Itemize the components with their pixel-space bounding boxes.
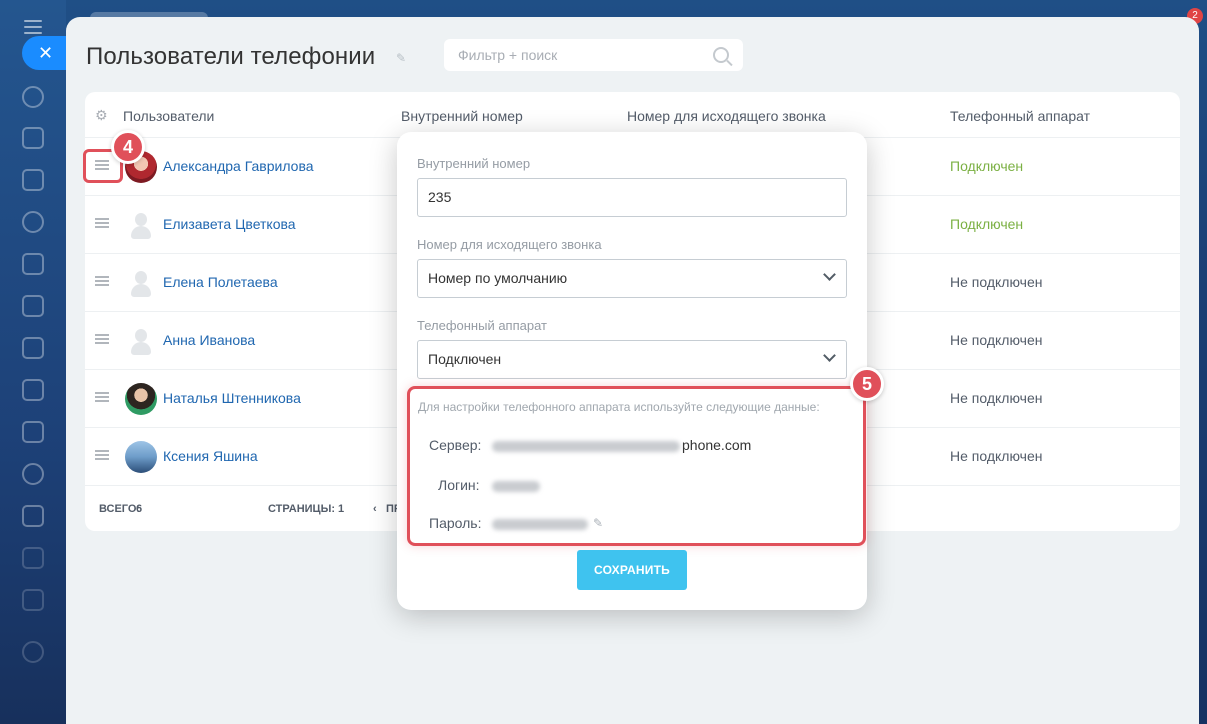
avatar bbox=[125, 267, 157, 299]
storage-icon[interactable] bbox=[22, 589, 44, 611]
server-value-visible: phone.com bbox=[682, 437, 752, 453]
device-status: Подключен bbox=[950, 158, 1024, 174]
row-menu-icon[interactable] bbox=[95, 334, 109, 344]
avatar bbox=[125, 209, 157, 241]
outgoing-number-value: Номер по умолчанию bbox=[428, 270, 568, 286]
prev-page-icon[interactable]: ‹ bbox=[373, 503, 377, 515]
total-label: ВСЕГО: bbox=[99, 503, 141, 515]
user-name-link[interactable]: Ксения Яшина bbox=[163, 448, 258, 464]
chevron-down-icon bbox=[823, 349, 836, 362]
device-status: Подключен bbox=[950, 216, 1024, 232]
gear-icon[interactable]: ⚙ bbox=[95, 108, 109, 122]
blurred-login bbox=[492, 480, 540, 492]
connection-hint: Для настройки телефонного аппарата испол… bbox=[418, 400, 820, 414]
user-name-link[interactable]: Анна Иванова bbox=[163, 332, 255, 348]
avatar bbox=[125, 325, 157, 357]
document-icon[interactable] bbox=[22, 295, 44, 317]
calendar-icon[interactable] bbox=[22, 253, 44, 275]
device-status: Не подключен bbox=[950, 332, 1043, 348]
search-input[interactable] bbox=[458, 47, 698, 63]
row-menu-icon[interactable] bbox=[95, 218, 109, 228]
close-slider-button[interactable]: ✕ bbox=[22, 36, 68, 70]
card-icon[interactable] bbox=[22, 379, 44, 401]
internal-number-input[interactable]: 235 bbox=[417, 178, 847, 217]
avatar bbox=[125, 383, 157, 415]
blurred-password bbox=[492, 518, 588, 530]
pages-value[interactable]: 1 bbox=[338, 503, 344, 515]
internal-number-label: Внутренний номер bbox=[417, 156, 531, 171]
mail-icon[interactable] bbox=[22, 421, 44, 443]
column-phone-device[interactable]: Телефонный аппарат bbox=[950, 108, 1090, 124]
feed-icon[interactable] bbox=[22, 169, 44, 191]
server-value[interactable]: phone.com bbox=[492, 437, 751, 453]
settings-icon[interactable] bbox=[22, 641, 44, 663]
tasks-icon[interactable] bbox=[22, 505, 44, 527]
pin-icon[interactable]: ✎ bbox=[396, 51, 410, 65]
connection-data-box: Для настройки телефонного аппарата испол… bbox=[407, 386, 866, 546]
step-marker-5: 5 bbox=[850, 367, 884, 401]
user-name-link[interactable]: Елизавета Цветкова bbox=[163, 216, 296, 232]
column-internal-number[interactable]: Внутренний номер bbox=[401, 108, 523, 124]
edit-user-popup: Внутренний номер 235 Номер для исходящег… bbox=[397, 132, 867, 610]
password-value[interactable] bbox=[492, 515, 590, 531]
server-label: Сервер: bbox=[429, 437, 482, 453]
outgoing-number-select[interactable]: Номер по умолчанию bbox=[417, 259, 847, 298]
filter-search[interactable] bbox=[444, 39, 743, 71]
device-status: Не подключен bbox=[950, 274, 1043, 290]
contacts-icon[interactable] bbox=[22, 463, 44, 485]
user-name-link[interactable]: Александра Гаврилова bbox=[163, 158, 314, 174]
pages-label: СТРАНИЦЫ: bbox=[268, 503, 336, 515]
device-status: Не подключен bbox=[950, 390, 1043, 406]
pencil-icon[interactable]: ✎ bbox=[593, 516, 603, 530]
crm-icon[interactable] bbox=[22, 86, 44, 108]
user-name-link[interactable]: Елена Полетаева bbox=[163, 274, 278, 290]
user-name-link[interactable]: Наталья Штенникова bbox=[163, 390, 301, 406]
hex-icon[interactable] bbox=[22, 211, 44, 233]
row-menu-icon[interactable] bbox=[95, 450, 109, 460]
row-menu-icon[interactable] bbox=[95, 392, 109, 402]
avatar bbox=[125, 441, 157, 473]
outgoing-number-label: Номер для исходящего звонка bbox=[417, 237, 602, 252]
page-title: Пользователи телефонии bbox=[86, 43, 376, 70]
chat-icon[interactable] bbox=[22, 127, 44, 149]
phone-device-value: Подключен bbox=[428, 351, 502, 367]
row-menu-icon[interactable] bbox=[95, 276, 109, 286]
total-value: 6 bbox=[136, 503, 143, 515]
phone-device-label: Телефонный аппарат bbox=[417, 318, 547, 333]
password-label: Пароль: bbox=[429, 515, 482, 531]
login-value[interactable] bbox=[492, 477, 542, 493]
monitor-icon[interactable] bbox=[22, 337, 44, 359]
column-outgoing-number[interactable]: Номер для исходящего звонка bbox=[627, 108, 826, 124]
blurred-server-prefix bbox=[492, 440, 680, 452]
menu-icon[interactable] bbox=[24, 20, 42, 34]
table-icon[interactable] bbox=[22, 547, 44, 569]
login-label: Логин: bbox=[438, 477, 480, 493]
save-button[interactable]: СОХРАНИТЬ bbox=[577, 550, 687, 590]
chevron-down-icon bbox=[823, 268, 836, 281]
search-icon[interactable] bbox=[713, 47, 729, 63]
phone-device-select[interactable]: Подключен bbox=[417, 340, 847, 379]
left-rail: ✕ bbox=[0, 0, 68, 724]
column-users[interactable]: Пользователи bbox=[123, 108, 214, 124]
step-marker-4: 4 bbox=[111, 130, 145, 164]
device-status: Не подключен bbox=[950, 448, 1043, 464]
